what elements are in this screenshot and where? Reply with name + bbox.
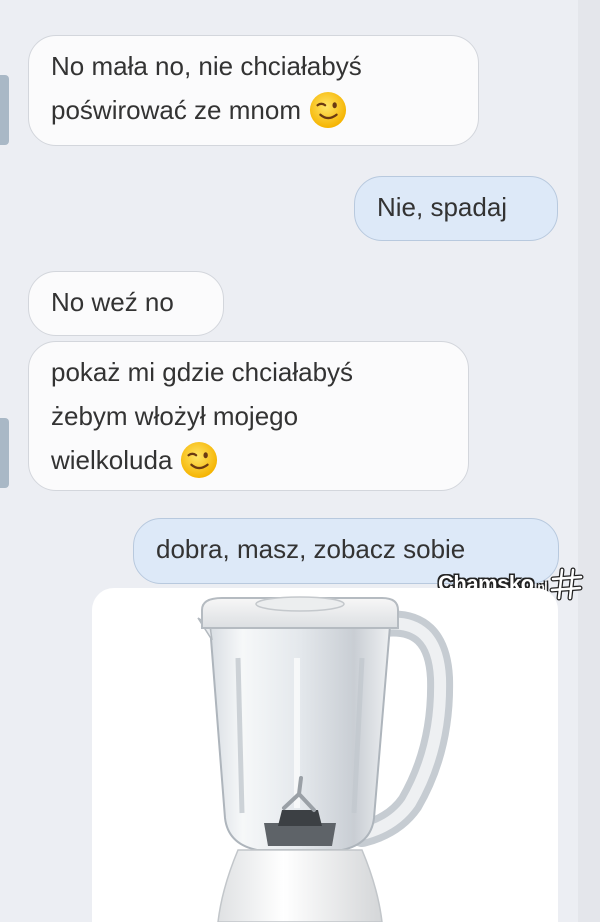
received-message-bubble[interactable]: No weź no <box>28 271 224 336</box>
scroll-edge <box>578 0 600 922</box>
blender-photo <box>197 596 454 922</box>
message-text: wielkoluda <box>51 445 173 475</box>
message-text: pokaż mi gdzie chciałabyś <box>51 357 354 387</box>
message-text: No mała no, nie chciałabyś <box>51 51 362 81</box>
message-text: Nie, spadaj <box>377 192 508 222</box>
received-message-bubble[interactable]: No mała no, nie chciałabyś poświrować ze… <box>28 35 479 146</box>
sent-message-bubble[interactable]: Nie, spadaj <box>354 176 558 241</box>
sender-avatar[interactable] <box>0 75 9 145</box>
winking-face-icon <box>309 91 347 129</box>
received-message-bubble[interactable]: pokaż mi gdzie chciałabyś żebym włożył m… <box>28 341 469 491</box>
image-message-blender[interactable] <box>92 588 558 922</box>
hash-star-icon <box>549 567 584 601</box>
message-text: dobra, masz, zobacz sobie <box>156 534 466 564</box>
message-text: No weź no <box>51 287 174 317</box>
message-text: poświrować ze mnom <box>51 95 301 125</box>
sender-avatar[interactable] <box>0 418 9 488</box>
message-text: żebym włożył mojego <box>51 401 299 431</box>
winking-face-icon <box>181 441 218 479</box>
